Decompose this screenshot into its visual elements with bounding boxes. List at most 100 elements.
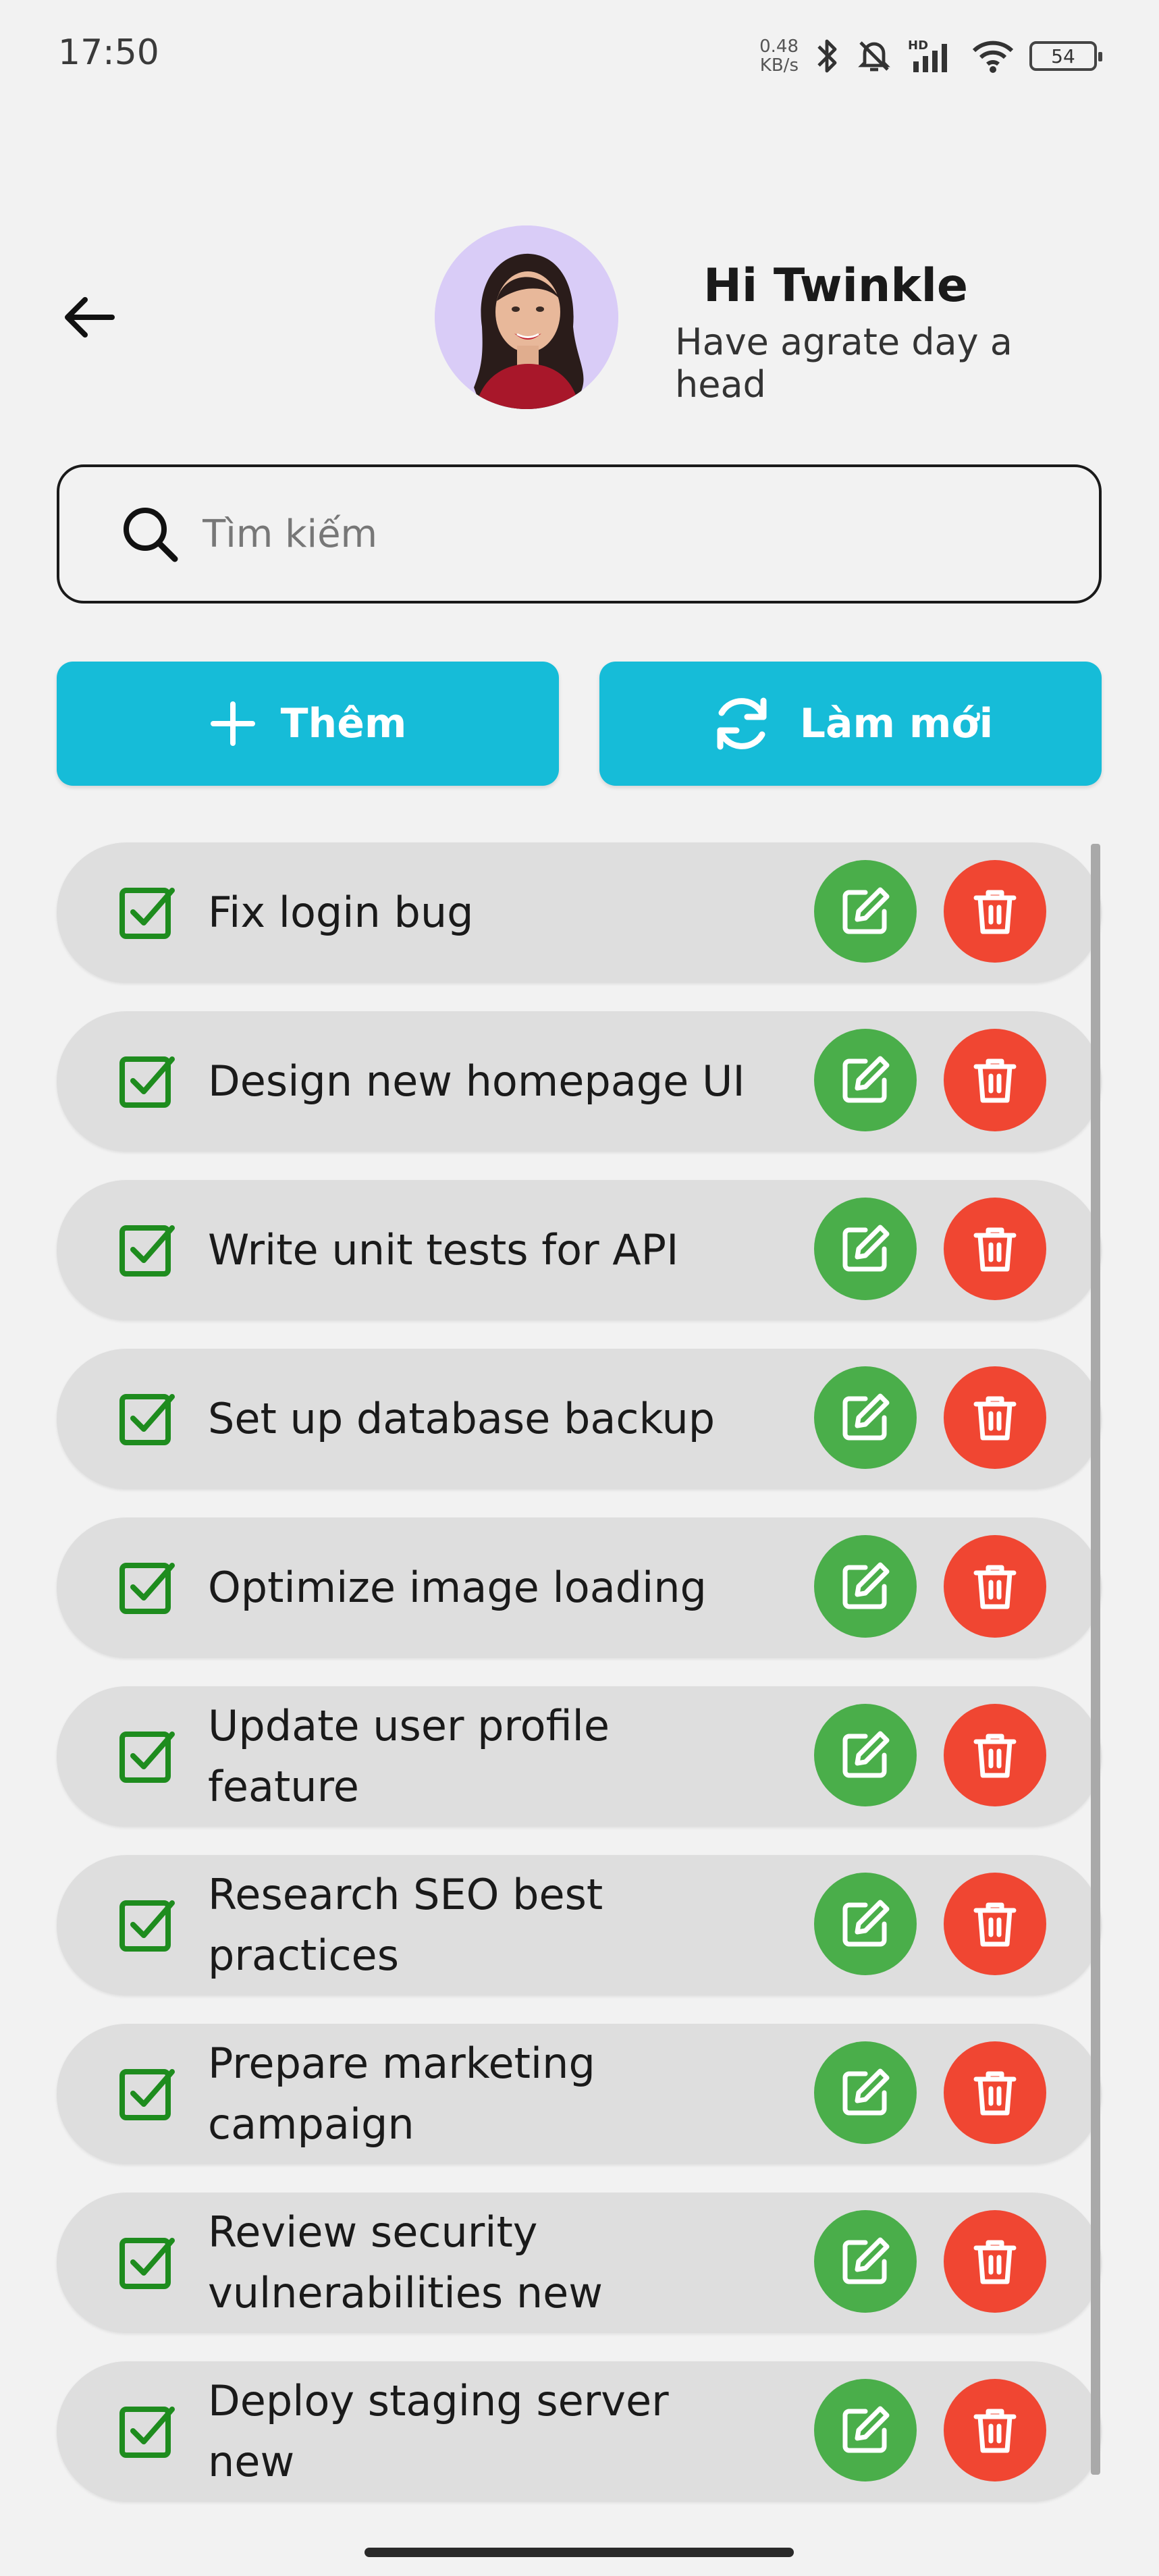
task-row: Prepare marketing campaign: [57, 2024, 1102, 2164]
delete-button[interactable]: [944, 2210, 1046, 2313]
svg-text:HD: HD: [908, 38, 928, 53]
avatar: [435, 225, 618, 409]
task-row: Update user profile feature: [57, 1686, 1102, 1827]
edit-button[interactable]: [814, 2210, 917, 2313]
bluetooth-icon: [813, 37, 840, 75]
delete-button[interactable]: [944, 1366, 1046, 1469]
checkbox-checked-icon[interactable]: [116, 1557, 178, 1619]
trash-icon: [973, 2409, 1017, 2453]
task-title: Research SEO best practices: [208, 1870, 603, 1980]
edit-button[interactable]: [814, 1198, 917, 1300]
task-row: Write unit tests for API: [57, 1180, 1102, 1320]
network-speed-value: 0.48: [759, 36, 799, 57]
checkbox-checked-icon[interactable]: [116, 1219, 178, 1281]
trash-icon: [973, 1565, 1017, 1609]
edit-button[interactable]: [814, 2379, 917, 2481]
refresh-button-label: Làm mới: [799, 700, 994, 747]
add-button-label: Thêm: [280, 700, 407, 747]
search-icon: [117, 502, 182, 566]
status-icons: 0.48 KB/s HD 54: [759, 32, 1102, 80]
mute-bell-icon: [855, 37, 893, 75]
task-title: Set up database backup: [208, 1394, 716, 1443]
delete-button[interactable]: [944, 2041, 1046, 2144]
edit-button[interactable]: [814, 1873, 917, 1975]
task-title: Design new homepage UI: [208, 1056, 745, 1106]
task-title: Review security vulnerabilities new: [208, 2207, 603, 2317]
edit-button[interactable]: [814, 860, 917, 963]
greeting-title: Hi Twinkle: [703, 259, 968, 313]
edit-icon: [842, 1900, 890, 1947]
task-title: Prepare marketing campaign: [208, 2039, 595, 2149]
checkbox-checked-icon[interactable]: [116, 2232, 178, 2294]
task-row: Review security vulnerabilities new: [57, 2193, 1102, 2333]
action-buttons: Thêm Làm mới: [57, 662, 1102, 786]
edit-icon: [842, 1562, 890, 1609]
checkbox-checked-icon[interactable]: [116, 1388, 178, 1450]
trash-icon: [973, 2071, 1017, 2116]
checkbox-checked-icon[interactable]: [116, 1050, 178, 1112]
trash-icon: [973, 1734, 1017, 1778]
task-row: Research SEO best practices: [57, 1855, 1102, 1995]
delete-button[interactable]: [944, 1873, 1046, 1975]
trash-icon: [973, 1227, 1017, 1272]
checkbox-checked-icon[interactable]: [116, 1894, 178, 1956]
task-title: Write unit tests for API: [208, 1225, 679, 1274]
edit-icon: [842, 2237, 890, 2284]
checkbox-checked-icon[interactable]: [116, 2400, 178, 2463]
delete-button[interactable]: [944, 860, 1046, 963]
task-title: Update user profile feature: [208, 1701, 610, 1811]
battery-level: 54: [1051, 45, 1075, 68]
edit-icon: [842, 1393, 890, 1441]
network-speed-unit: KB/s: [759, 55, 799, 76]
edit-icon: [842, 2406, 890, 2453]
hd-signal-icon: HD: [908, 37, 956, 75]
task-title: Fix login bug: [208, 888, 474, 937]
status-bar: 17:50 0.48 KB/s HD 54: [0, 0, 1159, 108]
delete-button[interactable]: [944, 1029, 1046, 1131]
battery-icon: 54: [1029, 41, 1102, 71]
edit-icon: [842, 1731, 890, 1778]
checkbox-checked-icon[interactable]: [116, 1725, 178, 1788]
edit-button[interactable]: [814, 2041, 917, 2144]
delete-button[interactable]: [944, 2379, 1046, 2481]
task-row: Optimize image loading: [57, 1518, 1102, 1658]
greeting-subtitle: Have agrate day a head: [675, 321, 1013, 406]
greeting: Hi Twinkle Have agrate day a head: [675, 259, 1107, 406]
trash-icon: [973, 890, 1017, 934]
task-row: Set up database backup: [57, 1349, 1102, 1489]
checkbox-checked-icon[interactable]: [116, 2063, 178, 2125]
edit-icon: [842, 887, 890, 934]
status-time: 17:50: [58, 32, 159, 73]
wifi-icon: [971, 37, 1015, 75]
trash-icon: [973, 2240, 1017, 2284]
edit-icon: [842, 2068, 890, 2116]
search-box[interactable]: [57, 464, 1102, 603]
refresh-button[interactable]: Làm mới: [599, 662, 1102, 786]
edit-icon: [842, 1056, 890, 1103]
task-title: Deploy staging server new: [208, 2376, 669, 2486]
plus-icon: [210, 701, 255, 746]
back-button[interactable]: [55, 284, 123, 351]
edit-button[interactable]: [814, 1029, 917, 1131]
add-button[interactable]: Thêm: [57, 662, 559, 786]
task-row: Deploy staging server new: [57, 2361, 1102, 2502]
edit-button[interactable]: [814, 1535, 917, 1638]
refresh-icon: [717, 697, 767, 750]
edit-icon: [842, 1225, 890, 1272]
task-row: Design new homepage UI: [57, 1011, 1102, 1152]
home-indicator[interactable]: [365, 2548, 794, 2557]
edit-button[interactable]: [814, 1704, 917, 1806]
trash-icon: [973, 1902, 1017, 1947]
delete-button[interactable]: [944, 1198, 1046, 1300]
trash-icon: [973, 1058, 1017, 1103]
delete-button[interactable]: [944, 1535, 1046, 1638]
edit-button[interactable]: [814, 1366, 917, 1469]
task-title: Optimize image loading: [208, 1563, 707, 1612]
network-speed: 0.48 KB/s: [759, 37, 799, 75]
list-scrollbar[interactable]: [1091, 844, 1100, 2475]
checkbox-checked-icon[interactable]: [116, 882, 178, 944]
arrow-left-icon: [65, 297, 115, 338]
trash-icon: [973, 1396, 1017, 1441]
search-input[interactable]: [201, 511, 1014, 557]
delete-button[interactable]: [944, 1704, 1046, 1806]
